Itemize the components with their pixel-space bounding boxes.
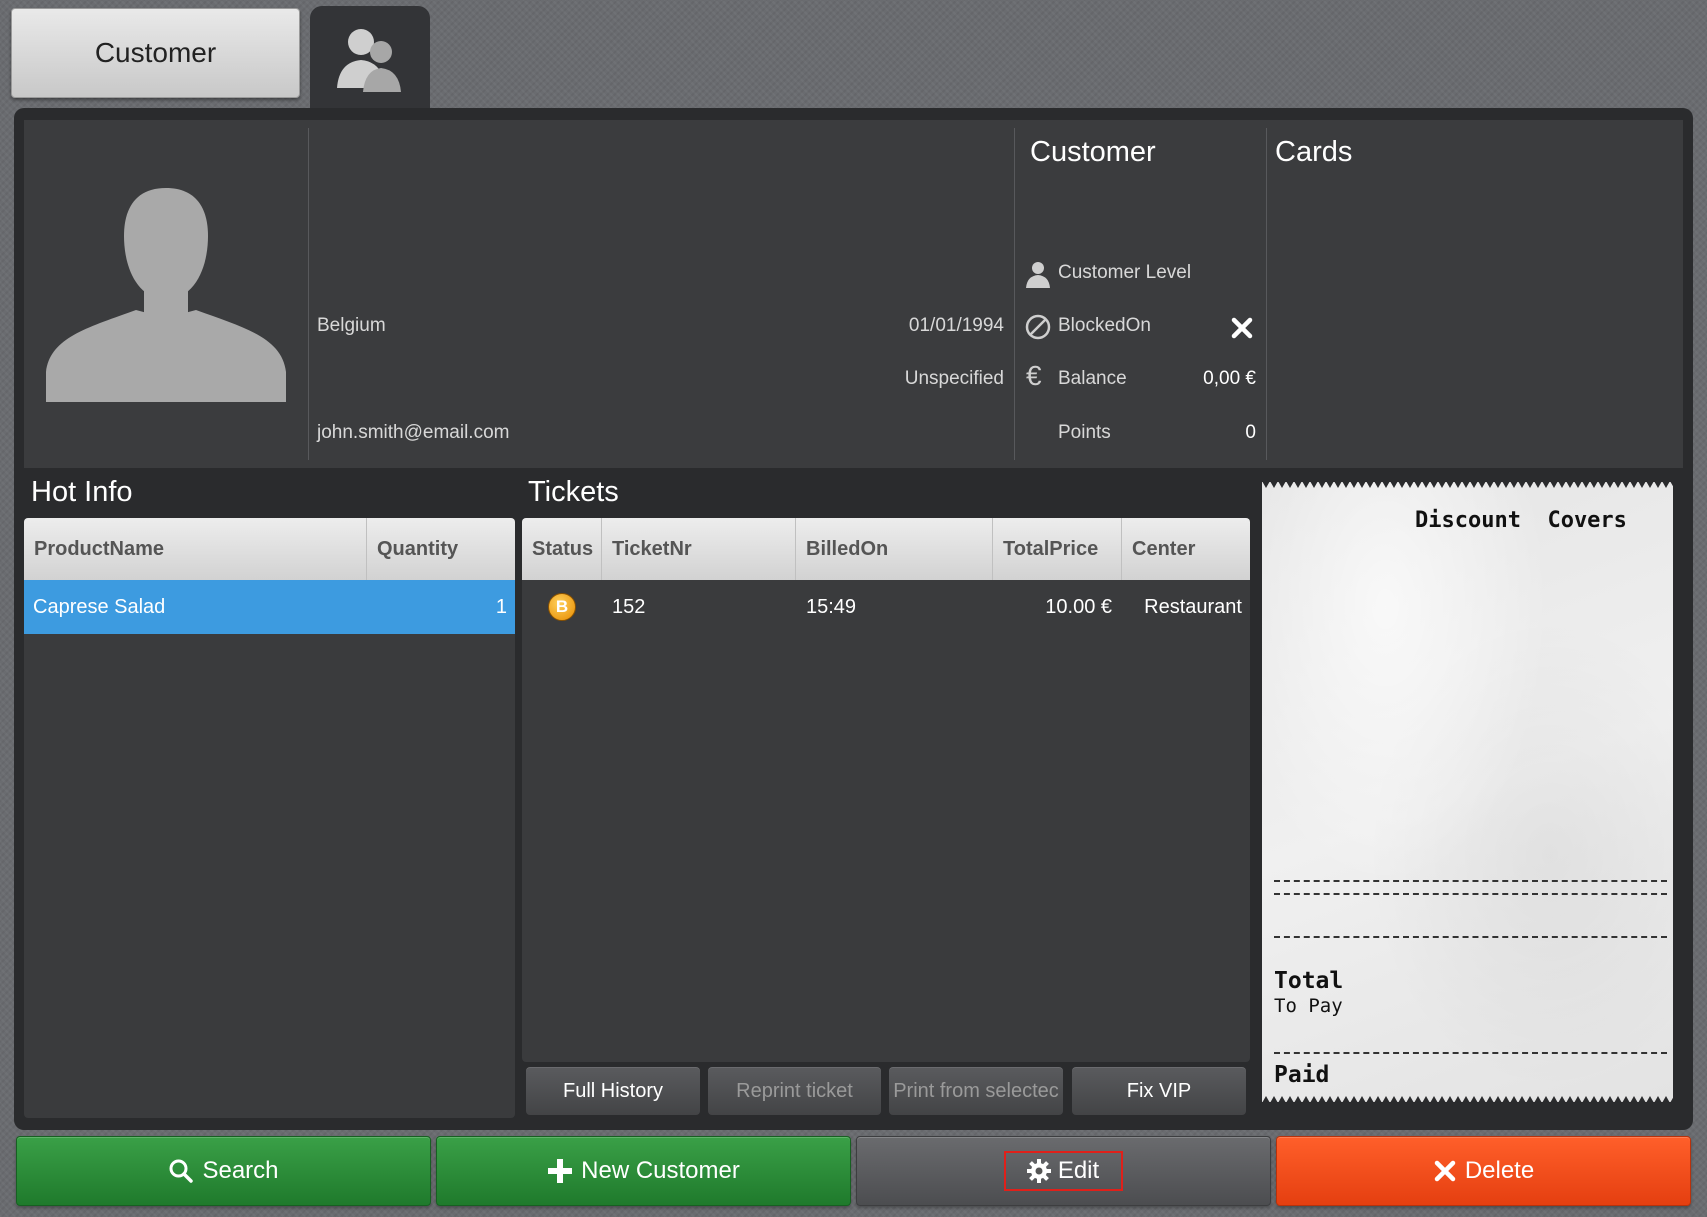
center-cell: Restaurant [1144, 595, 1242, 618]
country-value: Belgium [317, 315, 386, 336]
edit-button-focus-box: Edit [1003, 1151, 1124, 1191]
receipt-divider [1274, 880, 1667, 882]
search-icon [169, 1159, 194, 1183]
search-button-label: Search [202, 1157, 279, 1184]
receipt-divider [1274, 1052, 1667, 1054]
new-customer-button[interactable]: New Customer [436, 1136, 851, 1206]
receipt-bottom-edge [1262, 1096, 1673, 1103]
edit-button[interactable]: Edit [856, 1136, 1271, 1206]
tab-customer-label: Customer [94, 37, 217, 68]
total-price-cell: 10.00 € [1045, 595, 1112, 618]
gear-icon [1026, 1159, 1051, 1183]
receipt-divider [1274, 936, 1667, 938]
tab-customers-group[interactable] [310, 6, 430, 116]
col-total-price[interactable]: TotalPrice [993, 518, 1122, 580]
receipt-total-label: Total [1274, 968, 1344, 994]
euro-icon: € [1026, 360, 1042, 391]
ticket-nr-cell: 152 [612, 595, 646, 618]
hot-info-row[interactable]: Caprese Salad 1 [24, 580, 515, 634]
print-from-selected-button[interactable]: Print from selectec [889, 1067, 1063, 1115]
reprint-ticket-button[interactable]: Reprint ticket [708, 1067, 881, 1115]
col-billed-on[interactable]: BilledOn [796, 518, 993, 580]
birthdate-value: 01/01/1994 [908, 315, 1004, 336]
billed-on-cell: 15:49 [806, 595, 857, 618]
col-ticket-nr[interactable]: TicketNr [602, 518, 796, 580]
receipt-preview: Discount Covers Total To Pay Paid [1262, 481, 1673, 1103]
receipt-to-pay-label: To Pay [1274, 995, 1343, 1017]
blocked-off-x-icon[interactable] [1230, 316, 1254, 340]
blocked-on-label: BlockedOn [1058, 315, 1151, 336]
tickets-title: Tickets [528, 476, 619, 508]
ticket-row[interactable]: B 152 15:49 10.00 € Restaurant [522, 580, 1250, 634]
plus-icon [548, 1159, 573, 1183]
col-quantity[interactable]: Quantity [367, 518, 515, 580]
close-icon [1434, 1160, 1456, 1182]
delete-button[interactable]: Delete [1276, 1136, 1691, 1206]
hot-info-table: ProductName Quantity Caprese Salad 1 [24, 518, 515, 1118]
blocked-icon [1025, 314, 1051, 340]
receipt-top-edge [1262, 481, 1673, 488]
email-value: john.smith@email.com [317, 422, 510, 443]
tab-customer[interactable]: Customer [11, 8, 300, 98]
col-center[interactable]: Center [1122, 518, 1250, 580]
new-customer-button-label: New Customer [581, 1157, 740, 1184]
customers-group-icon [337, 29, 401, 92]
quantity-cell: 1 [495, 595, 507, 618]
receipt-paid-label: Paid [1274, 1062, 1330, 1088]
product-name-cell: Caprese Salad [33, 595, 166, 618]
receipt-divider [1274, 893, 1667, 895]
balance-label: Balance [1058, 368, 1127, 389]
full-history-button[interactable]: Full History [526, 1067, 700, 1115]
tickets-table: Status TicketNr BilledOn TotalPrice Cent… [522, 518, 1250, 1062]
hot-info-header: ProductName Quantity [24, 518, 515, 580]
user-icon [1026, 262, 1050, 288]
balance-value: 0,00 € [1203, 368, 1256, 389]
tickets-header: Status TicketNr BilledOn TotalPrice Cent… [522, 518, 1250, 580]
cards-section-title: Cards [1275, 136, 1353, 168]
customer-section-title: Customer [1030, 136, 1156, 168]
delete-button-label: Delete [1464, 1157, 1535, 1184]
hot-info-title: Hot Info [31, 476, 133, 508]
fix-vip-button[interactable]: Fix VIP [1072, 1067, 1246, 1115]
customer-info-panel: Belgium john.smith@email.com 01/01/1994 … [24, 120, 1683, 468]
col-status[interactable]: Status [522, 518, 602, 580]
edit-button-label: Edit [1057, 1157, 1100, 1184]
status-badge: B [548, 593, 576, 621]
search-button[interactable]: Search [16, 1136, 431, 1206]
avatar [46, 188, 286, 402]
points-label: Points [1058, 422, 1111, 443]
col-product-name[interactable]: ProductName [24, 518, 367, 580]
customer-level-label: Customer Level [1058, 262, 1192, 283]
gender-value: Unspecified [904, 368, 1004, 389]
points-value: 0 [1245, 422, 1256, 443]
receipt-header: Discount Covers [1415, 508, 1627, 533]
